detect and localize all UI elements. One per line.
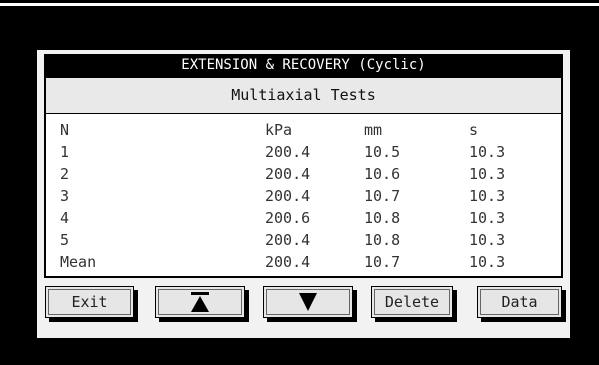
table-row: 4 200.6 10.8 10.3 — [46, 208, 561, 228]
cell-mm: 10.7 — [364, 253, 401, 271]
arrow-up-to-bar-icon — [191, 292, 209, 312]
cell-s: 10.3 — [469, 187, 506, 205]
header-kpa: kPa — [265, 121, 293, 139]
panel-title: EXTENSION & RECOVERY (Cyclic) — [44, 54, 563, 76]
cell-kpa: 200.4 — [265, 143, 311, 161]
table-row-mean: Mean 200.4 10.7 10.3 — [46, 252, 561, 272]
table-row: 3 200.4 10.7 10.3 — [46, 186, 561, 206]
top-divider — [0, 3, 599, 6]
cell-kpa: 200.4 — [265, 253, 311, 271]
cell-mm: 10.8 — [364, 231, 401, 249]
exit-button[interactable]: Exit — [45, 286, 134, 318]
data-button[interactable]: Data — [477, 286, 562, 318]
table-row: 5 200.4 10.8 10.3 — [46, 230, 561, 250]
table-row: 2 200.4 10.6 10.3 — [46, 164, 561, 184]
cell-n: Mean — [60, 253, 97, 271]
table-header-row: N kPa mm s — [46, 120, 561, 140]
cell-n: 1 — [60, 143, 70, 161]
cell-mm: 10.6 — [364, 165, 401, 183]
cell-s: 10.3 — [469, 209, 506, 227]
panel-subtitle: Multiaxial Tests — [44, 76, 563, 115]
header-s: s — [469, 121, 479, 139]
delete-button[interactable]: Delete — [371, 286, 453, 318]
scroll-up-button[interactable] — [155, 286, 245, 318]
results-table: N kPa mm s 1 200.4 10.5 10.3 2 200.4 10.… — [44, 114, 563, 278]
cell-n: 4 — [60, 209, 70, 227]
scroll-down-button[interactable] — [263, 286, 353, 318]
cell-n: 3 — [60, 187, 70, 205]
cell-s: 10.3 — [469, 165, 506, 183]
cell-kpa: 200.6 — [265, 209, 311, 227]
cell-mm: 10.7 — [364, 187, 401, 205]
cell-s: 10.3 — [469, 253, 506, 271]
exit-button-label: Exit — [71, 293, 108, 311]
cell-n: 5 — [60, 231, 70, 249]
cell-mm: 10.8 — [364, 209, 401, 227]
header-n: N — [60, 121, 70, 139]
cell-kpa: 200.4 — [265, 231, 311, 249]
arrow-down-icon — [299, 293, 317, 311]
cell-n: 2 — [60, 165, 70, 183]
cell-kpa: 200.4 — [265, 165, 311, 183]
delete-button-label: Delete — [384, 293, 440, 311]
cell-s: 10.3 — [469, 231, 506, 249]
table-row: 1 200.4 10.5 10.3 — [46, 142, 561, 162]
cell-s: 10.3 — [469, 143, 506, 161]
cell-kpa: 200.4 — [265, 187, 311, 205]
data-button-label: Data — [501, 293, 538, 311]
results-panel: EXTENSION & RECOVERY (Cyclic) Multiaxial… — [37, 50, 570, 338]
cell-mm: 10.5 — [364, 143, 401, 161]
header-mm: mm — [364, 121, 383, 139]
